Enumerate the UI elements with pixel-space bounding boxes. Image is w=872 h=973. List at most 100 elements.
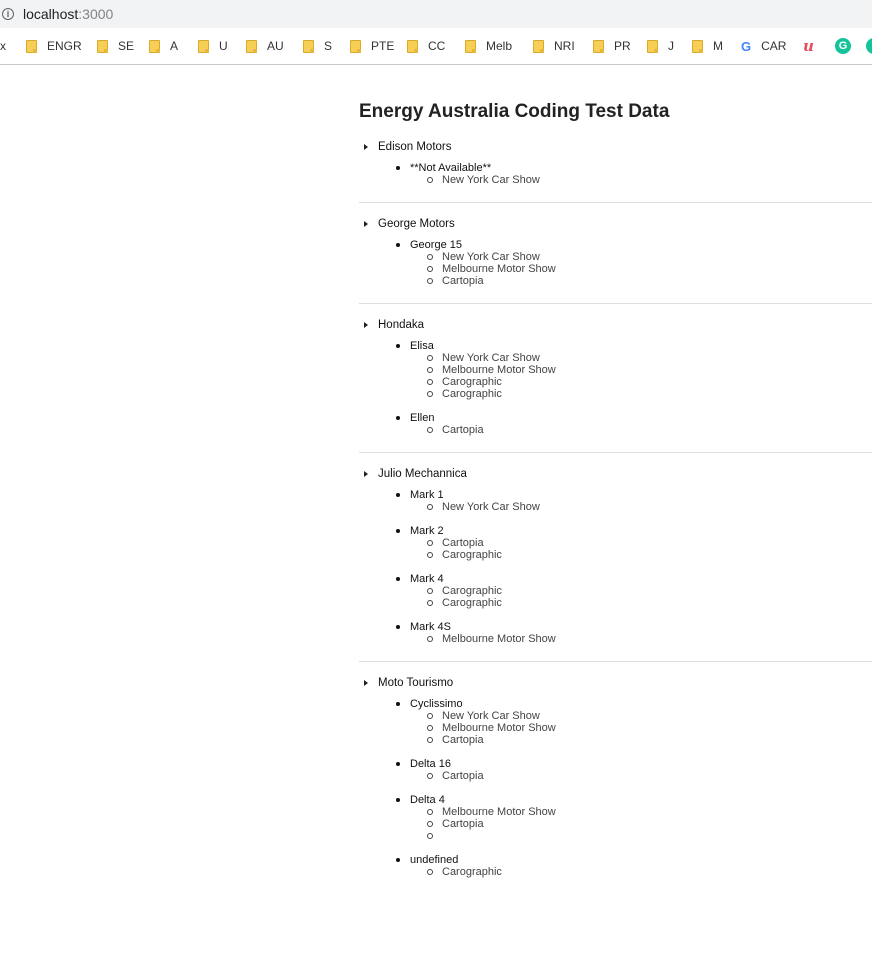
folder-icon — [246, 39, 257, 53]
bookmark-label: U — [219, 39, 228, 53]
show-item: Carographic — [410, 376, 872, 388]
disclosure-triangle-icon — [364, 221, 368, 227]
bookmark-nri[interactable]: NRI — [533, 38, 575, 54]
model-item: Elisa New York Car Show Melbourne Motor Sh… — [359, 340, 872, 400]
model-name: Mark 1 — [410, 489, 444, 501]
make-toggle[interactable]: George Motors — [359, 215, 872, 233]
bookmarks-bar: x ENGR SE A U AU S PTE CC Melb NRI PR J M G CAR u G — [0, 28, 872, 65]
model-item: **Not Available** New York Car Show — [359, 162, 872, 186]
make-toggle[interactable]: Julio Mechannica — [359, 465, 872, 483]
show-item: Cartopia — [410, 818, 872, 830]
show-item: Cartopia — [410, 537, 872, 549]
bookmark-label: M — [713, 39, 723, 53]
app-root: Energy Australia Coding Test Data Edison… — [359, 100, 872, 890]
model-name: Delta 4 — [410, 794, 445, 806]
bookmark-x[interactable]: x — [0, 38, 6, 54]
show-list: Melbourne Motor Show — [410, 633, 872, 645]
folder-icon — [465, 39, 476, 53]
bookmark-se[interactable]: SE — [97, 38, 134, 54]
show-item: Melbourne Motor Show — [410, 633, 872, 645]
make-section: Edison Motors **Not Available** New York C… — [359, 138, 872, 203]
info-icon[interactable]: i — [2, 8, 14, 20]
show-list: Carographic Carographic — [410, 585, 872, 609]
model-item: Mark 4 Carographic Carographic — [359, 573, 872, 609]
make-name: Edison Motors — [378, 141, 452, 153]
show-list: New York Car Show Melbourne Motor Show Car… — [410, 251, 872, 287]
make-toggle[interactable]: Edison Motors — [359, 138, 872, 156]
bookmark-label: PR — [614, 39, 631, 53]
bookmark-pr[interactable]: PR — [593, 38, 631, 54]
bookmark-s[interactable]: S — [303, 38, 332, 54]
model-list: **Not Available** New York Car Show — [359, 162, 872, 186]
folder-icon — [350, 39, 361, 53]
show-item: New York Car Show — [410, 251, 872, 263]
bookmark-label: PTE — [371, 39, 395, 53]
disclosure-triangle-icon — [364, 680, 368, 686]
ulearn-icon: u — [803, 37, 814, 55]
bookmark-label: AU — [267, 39, 284, 53]
folder-icon — [407, 39, 418, 53]
make-name: Moto Tourismo — [378, 677, 454, 689]
model-item: undefined Carographic — [359, 854, 872, 878]
show-list: New York Car Show Melbourne Motor Show Car… — [410, 710, 872, 746]
url-host: localhost — [23, 6, 79, 22]
bookmark-m[interactable]: M — [692, 38, 723, 54]
bookmark-label: CAR — [761, 39, 787, 53]
model-name: Cyclissimo — [410, 698, 463, 710]
section-divider — [359, 202, 872, 203]
show-item: Cartopia — [410, 770, 872, 782]
model-list: Elisa New York Car Show Melbourne Motor Sh… — [359, 340, 872, 436]
model-item: Cyclissimo New York Car Show Melbourne Mot… — [359, 698, 872, 746]
bookmark-pte[interactable]: PTE — [350, 38, 394, 54]
bookmark-label: A — [170, 39, 179, 53]
show-item: Carographic — [410, 585, 872, 597]
show-list: Cartopia — [410, 770, 872, 782]
bookmark-label: CC — [428, 39, 446, 53]
show-list: Carographic — [410, 866, 872, 878]
model-item: Mark 4S Melbourne Motor Show — [359, 621, 872, 645]
bookmark-u[interactable]: U — [198, 38, 228, 54]
show-item: Cartopia — [410, 424, 872, 436]
show-item: New York Car Show — [410, 710, 872, 722]
extension-bookmark[interactable] — [866, 38, 872, 54]
show-item: New York Car Show — [410, 352, 872, 364]
model-list: Cyclissimo New York Car Show Melbourne Mot… — [359, 698, 872, 878]
make-section: Julio Mechannica Mark 1 New York Car Show M… — [359, 465, 872, 662]
bookmark-label: S — [324, 39, 333, 53]
folder-icon — [26, 39, 37, 53]
bookmark-engr[interactable]: ENGR — [26, 38, 82, 54]
bookmark-label: Melb — [486, 39, 513, 53]
make-section: Moto Tourismo Cyclissimo New York Car Show… — [359, 674, 872, 878]
bookmark-car[interactable]: G CAR — [741, 38, 786, 54]
show-item: Cartopia — [410, 734, 872, 746]
grammarly-bookmark[interactable]: G — [835, 38, 851, 54]
address-bar[interactable]: i localhost:3000 — [0, 0, 872, 28]
bookmark-label: ENGR — [47, 39, 82, 53]
url-text[interactable]: localhost:3000 — [23, 6, 113, 22]
show-item: Melbourne Motor Show — [410, 806, 872, 818]
makes-list: Edison Motors **Not Available** New York C… — [359, 138, 872, 878]
model-name: Delta 16 — [410, 758, 451, 770]
bookmark-au[interactable]: AU — [246, 38, 284, 54]
show-list: New York Car Show — [410, 501, 872, 513]
model-name: Ellen — [410, 412, 435, 424]
show-item: Carographic — [410, 388, 872, 400]
bookmark-j[interactable]: J — [647, 38, 674, 54]
ulearn-bookmark[interactable]: u — [803, 37, 814, 55]
bookmark-label: SE — [118, 39, 135, 53]
folder-icon — [303, 39, 314, 53]
model-name: Elisa — [410, 340, 434, 352]
google-icon: G — [741, 38, 752, 54]
extension-icon — [866, 38, 872, 54]
bookmark-melb[interactable]: Melb — [465, 38, 512, 54]
make-name: Julio Mechannica — [378, 468, 467, 480]
make-toggle[interactable]: Hondaka — [359, 316, 872, 334]
bookmark-cc[interactable]: CC — [407, 38, 445, 54]
url-port: :3000 — [78, 6, 114, 22]
model-name: George 15 — [410, 239, 462, 251]
make-section: Hondaka Elisa New York Car Show Melbourne M… — [359, 316, 872, 453]
bookmark-a[interactable]: A — [149, 38, 178, 54]
folder-icon — [198, 39, 209, 53]
show-list: New York Car Show — [410, 174, 872, 186]
make-toggle[interactable]: Moto Tourismo — [359, 674, 872, 692]
